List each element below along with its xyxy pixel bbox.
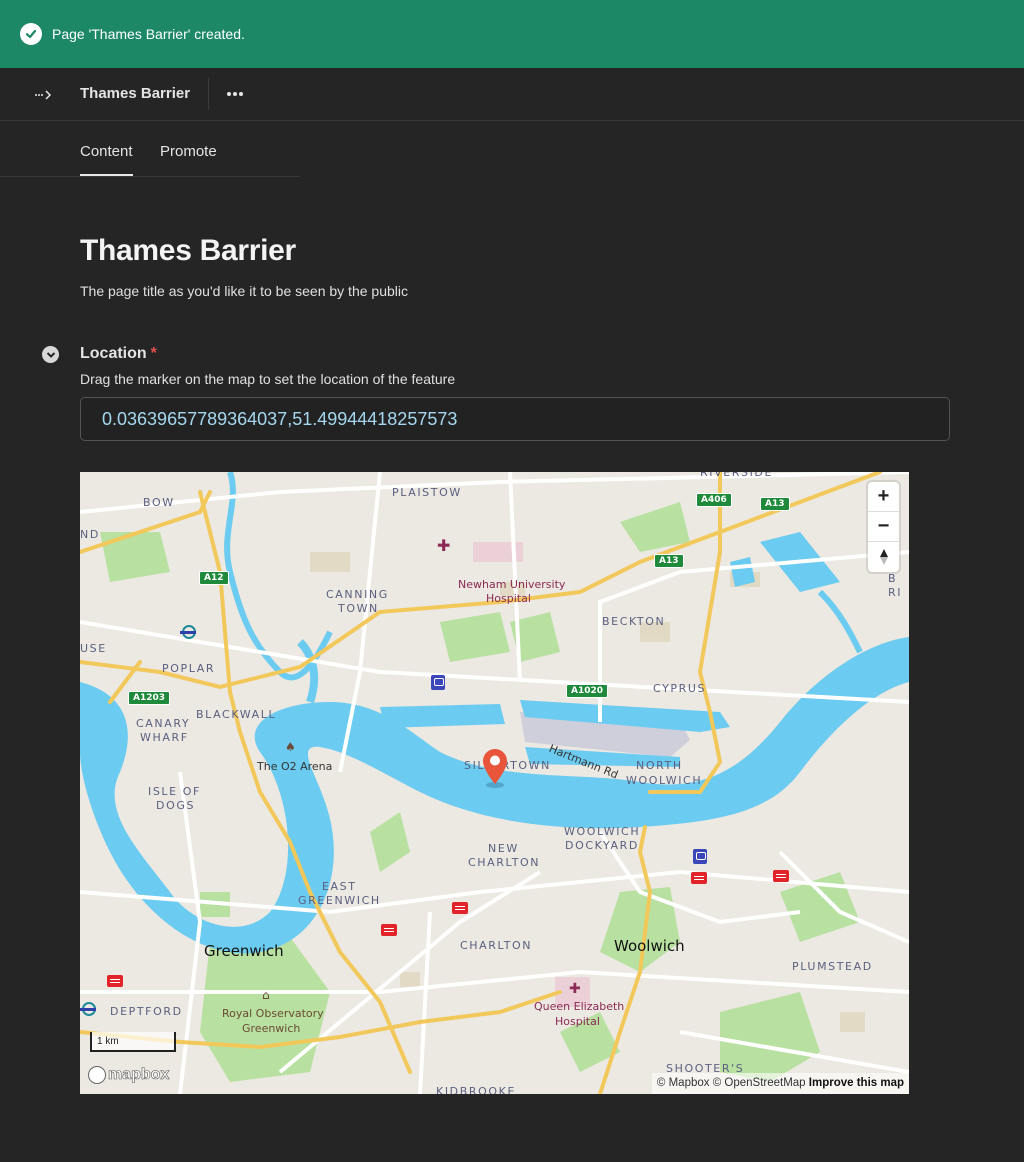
location-label: Location * [80, 345, 157, 363]
map-label-canary-wharf-1: CANARY [136, 717, 191, 730]
map-navigation-controls: + − [868, 482, 899, 572]
map-label-canary-wharf-2: WHARF [140, 731, 189, 744]
dlr-station-icon [693, 849, 707, 864]
map-scale-bar: 1 km [90, 1032, 176, 1052]
map-label-canning-town-2: TOWN [338, 602, 379, 615]
map-label-deptford: DEPTFORD [110, 1005, 183, 1018]
page-title: Thames Barrier [80, 234, 296, 267]
rail-station-icon [773, 870, 789, 882]
rail-station-icon [381, 924, 397, 936]
more-dot [239, 92, 243, 96]
compass-button[interactable] [868, 542, 899, 572]
map-label-plaistow: PLAISTOW [392, 486, 462, 499]
attribution-osm-link[interactable]: © OpenStreetMap [713, 1077, 806, 1089]
more-horizontal-icon [227, 92, 231, 96]
more-actions-button[interactable] [222, 82, 248, 106]
map-label-charlton: CHARLTON [460, 939, 533, 952]
map-label-riverside: RIVERSIDE [700, 472, 774, 479]
map-label-qeh-2: Hospital [555, 1015, 600, 1028]
map-label-newham-hospital-1: Newham University [458, 578, 566, 591]
map-label-beckton: BECKTON [602, 615, 666, 628]
breadcrumb-expand-icon [35, 90, 52, 100]
zoom-out-button[interactable]: − [868, 512, 899, 542]
success-toast: Page 'Thames Barrier' created. [0, 0, 1024, 68]
map-label-plumstead: PLUMSTEAD [792, 960, 873, 973]
header-divider [208, 78, 209, 110]
theatre-icon: ♠ [285, 740, 296, 754]
mapbox-logo-text: mapbox [108, 1066, 170, 1084]
hospital-icon: ✚ [437, 536, 451, 555]
map-label-use: USE [80, 642, 107, 655]
map-label-poplar: POPLAR [162, 662, 216, 675]
map-label-isle-of-dogs-2: DOGS [156, 799, 196, 812]
map-label-woolwich-dockyard-1: WOOLWICH [564, 825, 641, 838]
check-circle-icon [20, 23, 42, 45]
map-label-blackwall: BLACKWALL [196, 708, 277, 721]
map-label-qeh-1: Queen Elizabeth [534, 1000, 625, 1013]
road-shield-a13: A13 [654, 554, 684, 568]
map-label-new-charlton-1: NEW [488, 842, 519, 855]
map-label-observatory-2: Greenwich [242, 1022, 301, 1035]
tab-content[interactable]: Content [80, 143, 133, 176]
map-label-canning-town-1: CANNING [326, 588, 389, 601]
rail-station-icon [107, 975, 123, 987]
location-help: Drag the marker on the map to set the lo… [80, 371, 456, 387]
collapse-section-button[interactable] [42, 346, 59, 363]
tab-bar: Content Promote [0, 121, 300, 177]
map-label-east-greenwich-1: EAST [322, 880, 357, 893]
road-shield-a406: A406 [696, 493, 732, 507]
tab-promote[interactable]: Promote [160, 143, 217, 160]
map-label-isle-of-dogs-1: ISLE OF [148, 785, 201, 798]
page-header: Thames Barrier [0, 68, 1024, 121]
dlr-station-icon [431, 675, 445, 690]
zoom-in-button[interactable]: + [868, 482, 899, 512]
map-pin-icon [483, 749, 507, 788]
museum-icon: ⌂ [262, 988, 270, 1002]
breadcrumb-toggle-button[interactable] [32, 84, 56, 106]
location-marker[interactable] [481, 748, 509, 788]
map-label-o2-arena: The O2 Arena [257, 760, 333, 773]
rail-station-icon [452, 902, 468, 914]
map-label-woolwich: Woolwich [614, 937, 685, 955]
map-label-observatory-1: Royal Observatory [222, 1007, 324, 1020]
map-label-b-edge: B [888, 572, 898, 585]
map-label-greenwich: Greenwich [204, 942, 284, 960]
map-label-nd: ND [80, 528, 100, 541]
location-label-text: Location [80, 345, 147, 362]
map-label-newham-hospital-2: Hospital [486, 592, 531, 605]
road-shield-a12: A12 [199, 571, 229, 585]
map-attribution: © Mapbox © OpenStreetMap Improve this ma… [651, 1073, 909, 1094]
plus-icon: + [877, 485, 890, 507]
underground-icon [80, 1002, 96, 1016]
toast-message: Page 'Thames Barrier' created. [52, 26, 245, 42]
map-label-bow: BOW [143, 496, 175, 509]
map-label-kidbrooke: KIDBROOKE [436, 1085, 516, 1094]
header-title: Thames Barrier [80, 85, 191, 102]
road-shield-a13-east: A13 [760, 497, 790, 511]
improve-map-link[interactable]: Improve this map [809, 1077, 904, 1089]
minus-icon: − [877, 515, 890, 537]
map[interactable]: BOW PLAISTOW RIVERSIDE ND CANNING TOWN U… [80, 472, 909, 1094]
required-indicator: * [150, 345, 157, 362]
location-input[interactable] [80, 397, 950, 441]
map-label-ri-edge: RI [888, 586, 903, 599]
rail-station-icon [691, 872, 707, 884]
chevron-down-icon [46, 351, 55, 358]
underground-icon [180, 625, 196, 639]
map-label-new-charlton-2: CHARLTON [468, 856, 541, 869]
mapbox-logo[interactable]: mapbox [88, 1066, 170, 1084]
more-dot [233, 92, 237, 96]
hospital-icon: ✚ [569, 981, 581, 997]
attribution-mapbox-link[interactable]: © Mapbox [657, 1077, 710, 1089]
map-label-east-greenwich-2: GREENWICH [298, 894, 381, 907]
map-label-woolwich-dockyard-2: DOCKYARD [565, 839, 639, 852]
road-shield-a1203: A1203 [128, 691, 171, 705]
road-shield-a1020: A1020 [566, 684, 609, 698]
mapbox-logo-icon [88, 1066, 106, 1084]
compass-icon [879, 549, 888, 565]
page-title-help: The page title as you'd like it to be se… [80, 283, 408, 299]
map-label-north-woolwich-1: NORTH [636, 759, 683, 772]
map-label-cyprus: CYPRUS [653, 682, 707, 695]
map-label-north-woolwich-2: WOOLWICH [626, 774, 703, 787]
